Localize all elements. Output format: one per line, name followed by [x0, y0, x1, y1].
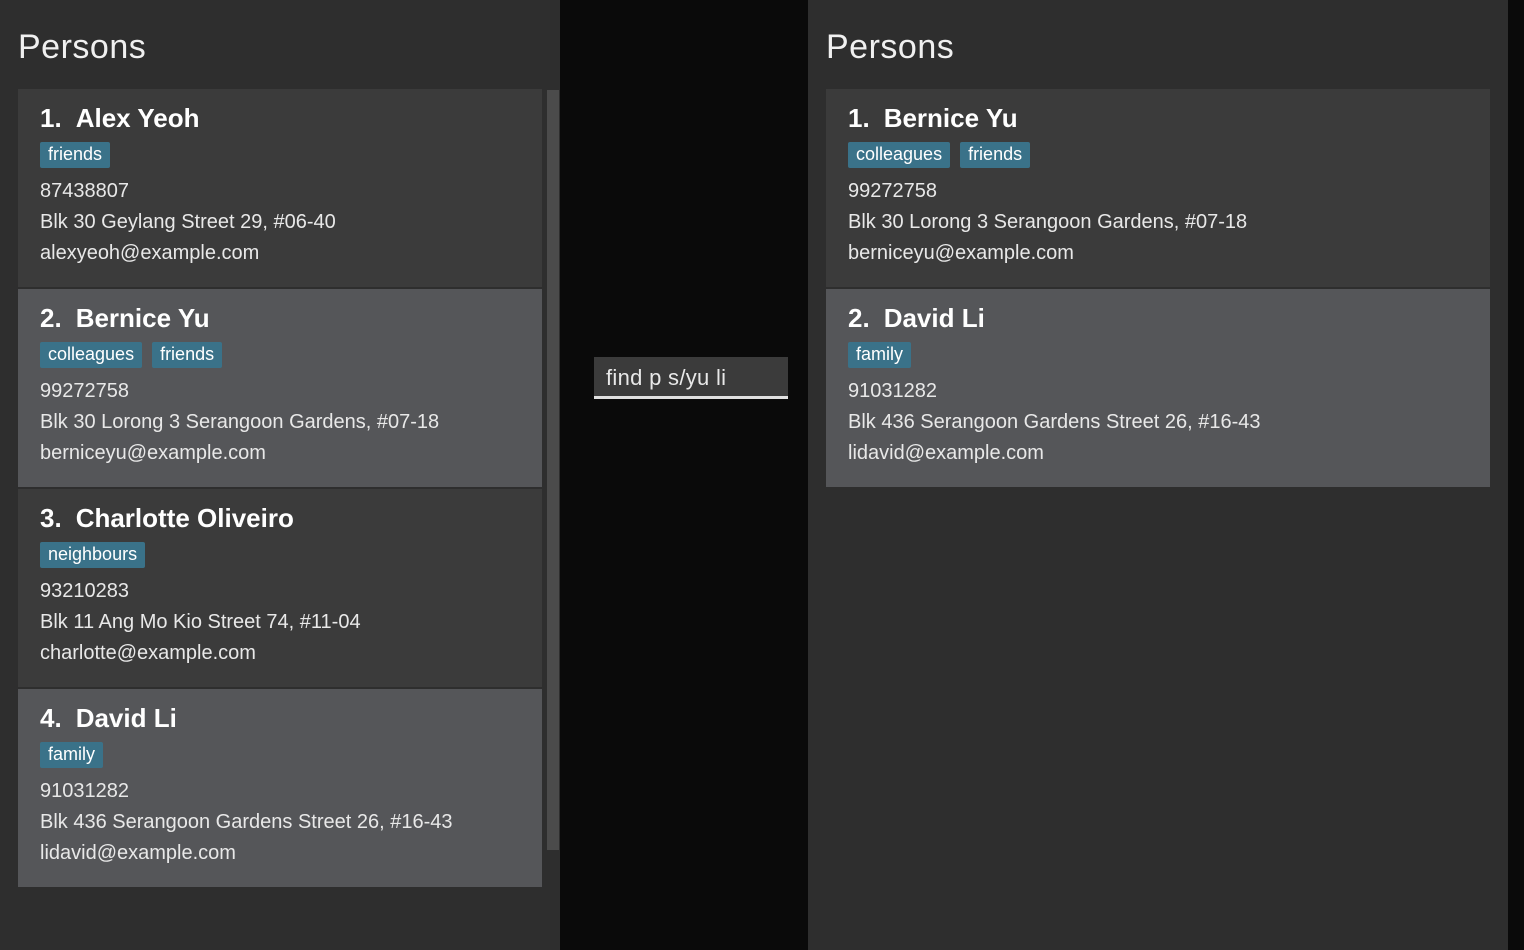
person-address: Blk 436 Serangoon Gardens Street 26, #16…: [848, 407, 1468, 438]
command-text: find p s/yu li: [606, 365, 776, 391]
person-tags: colleagues friends: [848, 142, 1468, 168]
person-card[interactable]: 2. David Li family 91031282Blk 436 Serangoo…: [826, 289, 1490, 487]
person-card[interactable]: 4. David Li family 91031282Blk 436 Serangoo…: [18, 689, 542, 887]
person-name: Charlotte Oliveiro: [76, 503, 294, 534]
tag: colleagues: [40, 342, 142, 368]
person-address: Blk 11 Ang Mo Kio Street 74, #11-04: [40, 607, 520, 638]
person-index: 2.: [40, 303, 62, 334]
person-email: berniceyu@example.com: [40, 438, 520, 469]
person-index: 3.: [40, 503, 62, 534]
person-tags: family: [848, 342, 1468, 368]
person-phone: 99272758: [848, 176, 1468, 207]
person-name-row: 4. David Li: [40, 703, 520, 734]
person-tags: friends: [40, 142, 520, 168]
person-name: David Li: [884, 303, 985, 334]
person-address: Blk 30 Geylang Street 29, #06-40: [40, 207, 520, 238]
tag: family: [848, 342, 911, 368]
person-tags: colleagues friends: [40, 342, 520, 368]
person-card[interactable]: 3. Charlotte Oliveiro neighbours 93210283Bl…: [18, 489, 542, 687]
person-name-row: 1. Alex Yeoh: [40, 103, 520, 134]
person-email: lidavid@example.com: [848, 438, 1468, 469]
command-input[interactable]: find p s/yu li: [594, 357, 788, 399]
tag: friends: [152, 342, 222, 368]
person-tags: family: [40, 742, 520, 768]
panel-title: Persons: [0, 18, 560, 89]
person-index: 2.: [848, 303, 870, 334]
tag: friends: [40, 142, 110, 168]
person-email: berniceyu@example.com: [848, 238, 1468, 269]
person-index: 1.: [848, 103, 870, 134]
person-name: Bernice Yu: [884, 103, 1018, 134]
person-name-row: 1. Bernice Yu: [848, 103, 1468, 134]
persons-panel-before: Persons 1.Alex Yeohfriends87438807Blk 30…: [0, 0, 560, 950]
tag: family: [40, 742, 103, 768]
person-address: Blk 30 Lorong 3 Serangoon Gardens, #07-1…: [848, 207, 1468, 238]
person-name-row: 2. David Li: [848, 303, 1468, 334]
tag: colleagues: [848, 142, 950, 168]
person-card[interactable]: 1. Bernice Yu colleagues friends 99272758Blk…: [826, 89, 1490, 287]
scrollbar-thumb[interactable]: [547, 90, 559, 850]
person-address: Blk 436 Serangoon Gardens Street 26, #16…: [40, 807, 520, 838]
person-name: David Li: [76, 703, 177, 734]
person-name: Bernice Yu: [76, 303, 210, 334]
person-name-row: 3. Charlotte Oliveiro: [40, 503, 520, 534]
panel-title: Persons: [808, 18, 1508, 89]
person-address: Blk 30 Lorong 3 Serangoon Gardens, #07-1…: [40, 407, 520, 438]
person-email: lidavid@example.com: [40, 838, 520, 869]
tag: neighbours: [40, 542, 145, 568]
person-phone: 93210283: [40, 576, 520, 607]
persons-panel-after: Persons 1. Bernice Yu colleagues friends 992…: [808, 0, 1508, 950]
person-email: alexyeoh@example.com: [40, 238, 520, 269]
persons-list: 1.Bernice Yucolleaguesfriends99272758Blk…: [808, 89, 1508, 487]
person-tags: neighbours: [40, 542, 520, 568]
persons-list: 1. Alex Yeoh friends 87438807Blk 30 Geylang…: [0, 89, 560, 887]
person-name: Alex Yeoh: [76, 103, 200, 134]
person-card[interactable]: 2. Bernice Yu colleagues friends 99272758Blk…: [18, 289, 542, 487]
person-name-row: 2. Bernice Yu: [40, 303, 520, 334]
person-index: 4.: [40, 703, 62, 734]
person-index: 1.: [40, 103, 62, 134]
person-phone: 91031282: [848, 376, 1468, 407]
person-phone: 99272758: [40, 376, 520, 407]
person-phone: 87438807: [40, 176, 520, 207]
person-email: charlotte@example.com: [40, 638, 520, 669]
person-card[interactable]: 1. Alex Yeoh friends 87438807Blk 30 Geylang…: [18, 89, 542, 287]
person-phone: 91031282: [40, 776, 520, 807]
tag: friends: [960, 142, 1030, 168]
